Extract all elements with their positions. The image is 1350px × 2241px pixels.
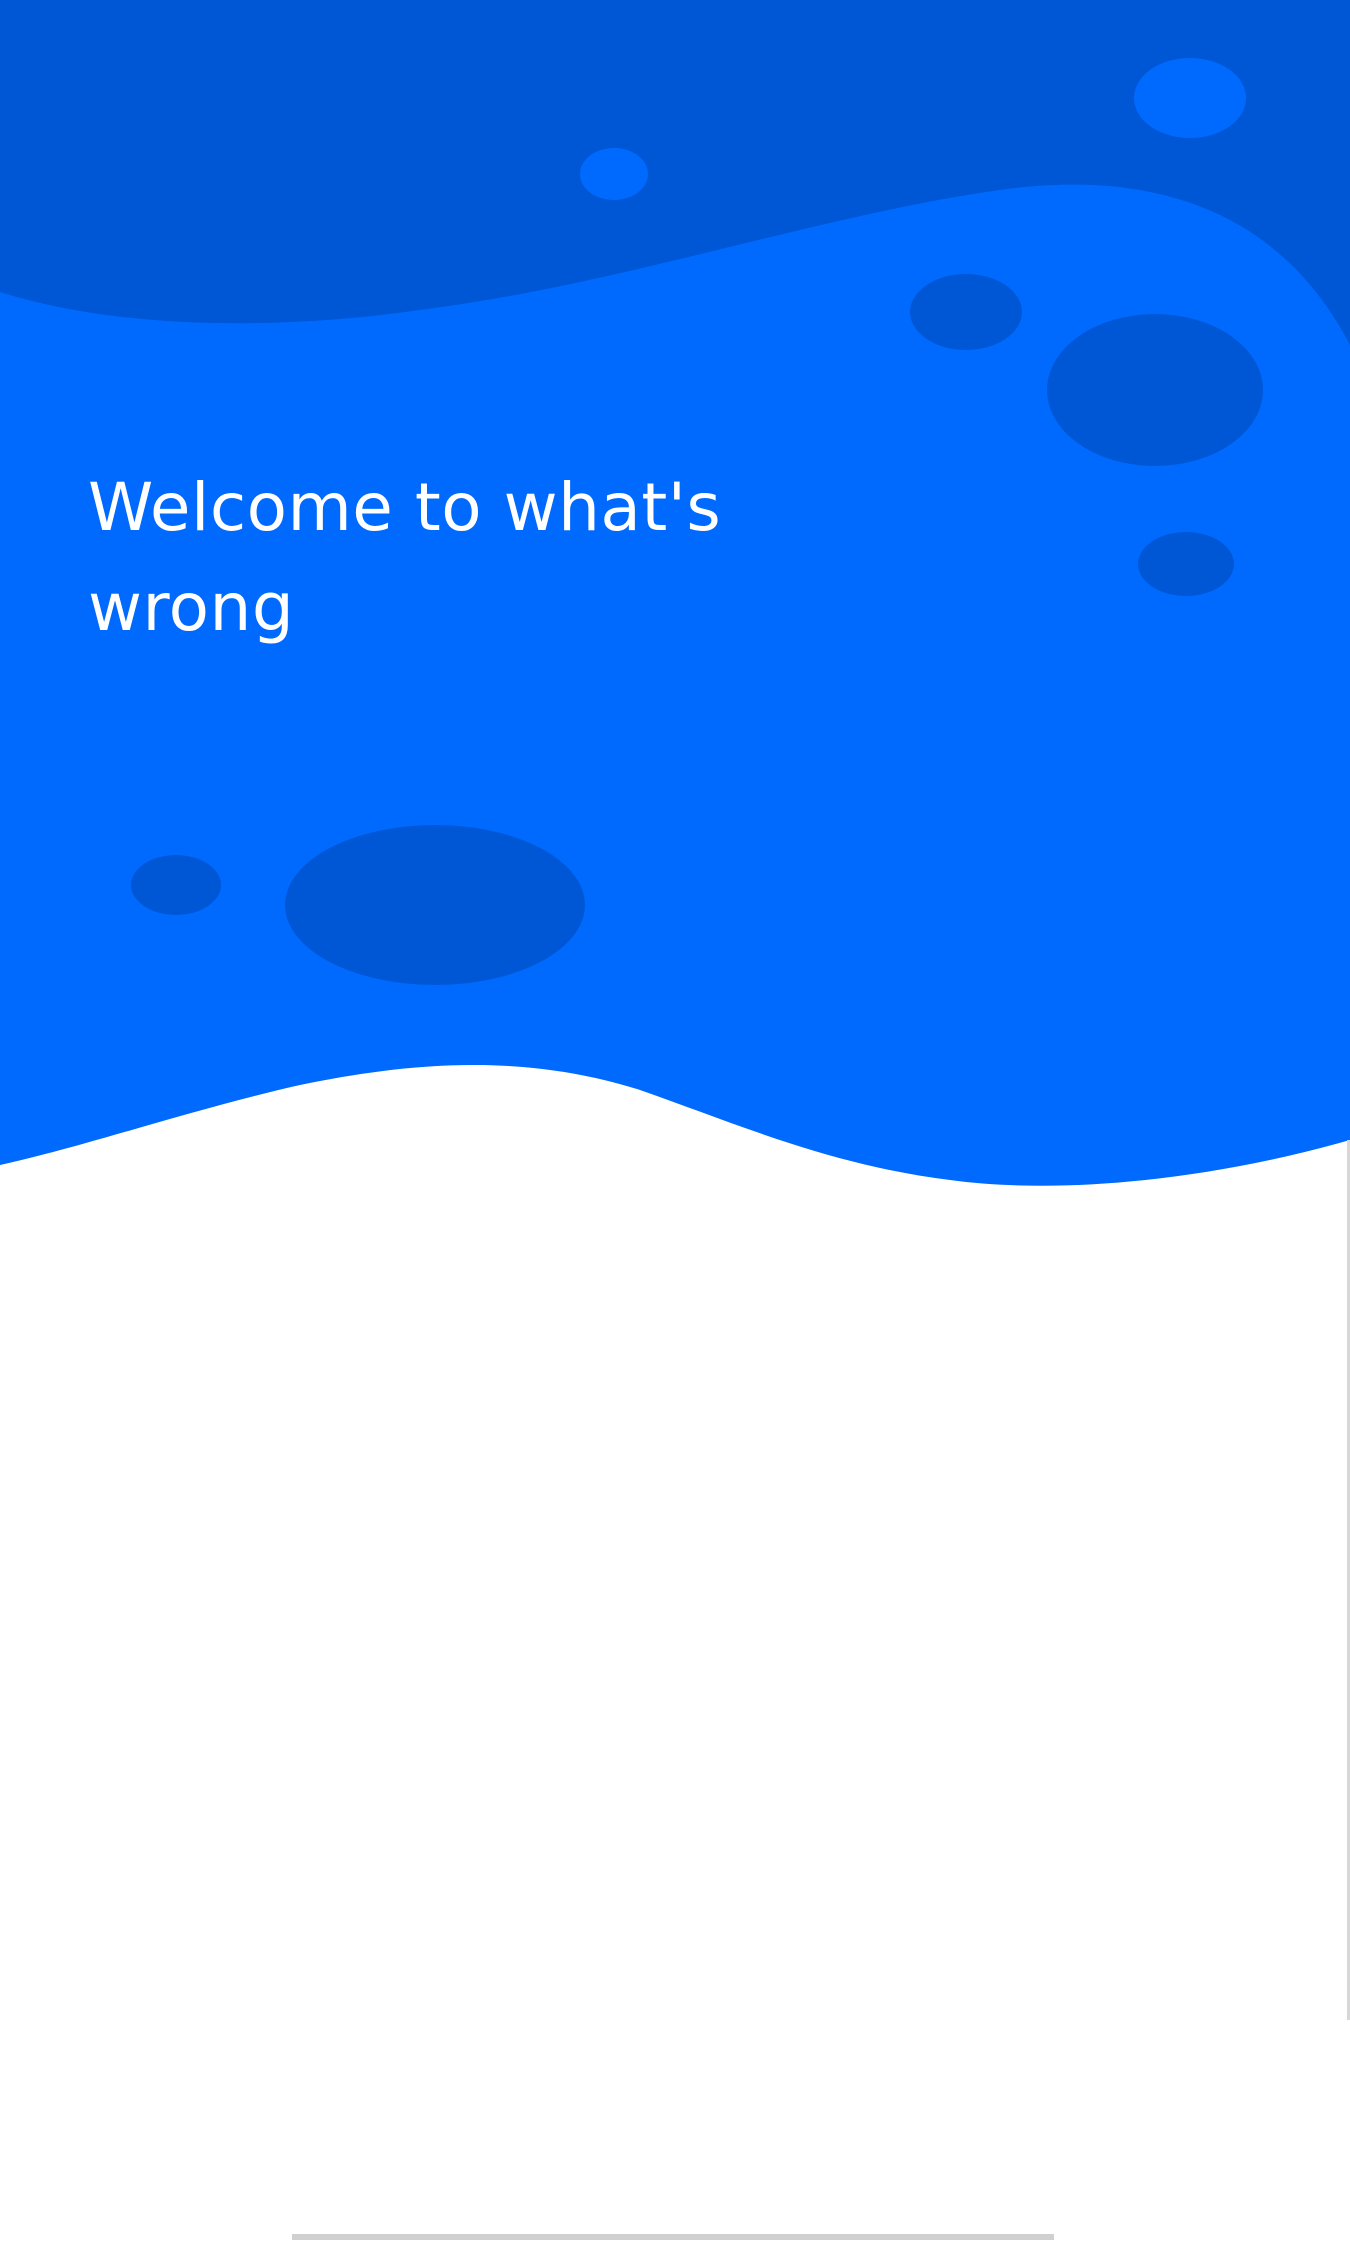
bubble — [131, 855, 221, 915]
bubble — [580, 148, 648, 200]
bubble — [910, 274, 1022, 350]
bottom-handle-bar — [292, 2234, 1054, 2240]
welcome-screen: Welcome to what's wrong — [0, 0, 1350, 2241]
bubble — [1134, 58, 1246, 138]
welcome-title: Welcome to what's wrong — [88, 469, 722, 646]
wave-background — [0, 0, 1350, 1186]
bubble — [1047, 314, 1263, 466]
bubble — [285, 825, 585, 985]
bubble — [1138, 532, 1234, 596]
